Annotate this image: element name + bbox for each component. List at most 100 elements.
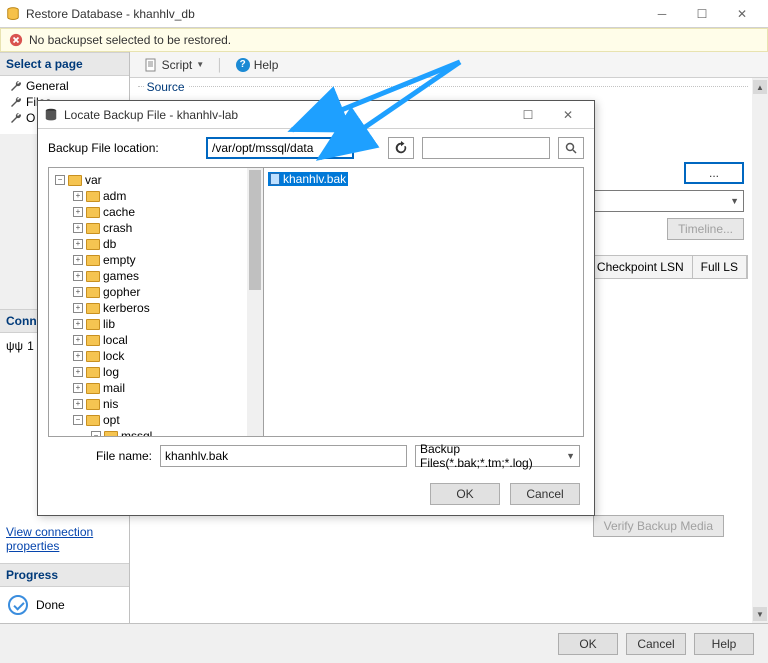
col-full-lsn: Full LS — [693, 256, 747, 278]
scroll-up-icon[interactable]: ▲ — [753, 80, 767, 94]
progress-header: Progress — [0, 563, 129, 587]
tree-node-label: adm — [103, 189, 126, 203]
expand-icon[interactable]: + — [73, 367, 83, 377]
folder-icon — [68, 175, 82, 186]
wrench-icon — [10, 112, 22, 124]
refresh-button[interactable] — [388, 137, 414, 159]
collapse-icon[interactable]: − — [73, 415, 83, 425]
expand-icon[interactable]: + — [73, 255, 83, 265]
script-icon — [144, 58, 158, 72]
tree-node-label: lock — [103, 349, 124, 363]
expand-icon[interactable]: + — [73, 271, 83, 281]
cancel-button[interactable]: Cancel — [626, 633, 686, 655]
folder-icon — [86, 287, 100, 298]
folder-icon — [104, 431, 118, 437]
backup-location-label: Backup File location: — [48, 141, 198, 155]
expand-icon[interactable]: + — [73, 399, 83, 409]
server-icon: ψψ — [6, 339, 23, 353]
collapse-icon[interactable]: − — [91, 431, 101, 436]
browse-device-button[interactable]: ... — [684, 162, 744, 184]
help-button[interactable]: Help — [694, 633, 754, 655]
filename-row: File name: Backup Files(*.bak;*.tm;*.log… — [48, 445, 584, 467]
expand-icon[interactable]: + — [73, 303, 83, 313]
ok-button[interactable]: OK — [558, 633, 618, 655]
modal-titlebar: Locate Backup File - khanhlv-lab ☐ ✕ — [38, 101, 594, 129]
file-list[interactable]: khanhlv.bak — [264, 168, 583, 436]
modal-cancel-button[interactable]: Cancel — [510, 483, 580, 505]
scroll-down-icon[interactable]: ▼ — [753, 607, 767, 621]
progress-body: Done — [0, 587, 129, 623]
expand-icon[interactable]: + — [73, 207, 83, 217]
folder-icon — [86, 415, 100, 426]
folder-icon — [86, 207, 100, 218]
chevron-down-icon: ▼ — [566, 451, 575, 461]
expand-icon[interactable]: + — [73, 239, 83, 249]
verify-backup-media-button[interactable]: Verify Backup Media — [593, 515, 724, 537]
tree-node-label: crash — [103, 221, 132, 235]
col-checkpoint-lsn: Checkpoint LSN — [589, 256, 693, 278]
search-button[interactable] — [558, 137, 584, 159]
modal-close-button[interactable]: ✕ — [548, 103, 588, 127]
modal-ok-button[interactable]: OK — [430, 483, 500, 505]
page-label: O — [26, 111, 35, 125]
tree-node-label: local — [103, 333, 128, 347]
script-label: Script — [162, 58, 193, 72]
expand-icon[interactable]: + — [73, 335, 83, 345]
maximize-button[interactable]: ☐ — [682, 2, 722, 26]
ellipsis-label: ... — [709, 166, 719, 180]
file-browser: −var +adm +cache +crash +db +empty +game… — [48, 167, 584, 437]
help-icon: ? — [236, 58, 250, 72]
view-connection-properties-link[interactable]: View connection properties — [6, 525, 93, 553]
tree-node-label: kerberos — [103, 301, 150, 315]
filename-label: File name: — [52, 449, 152, 463]
collapse-icon[interactable]: − — [55, 175, 65, 185]
close-button[interactable]: ✕ — [722, 2, 762, 26]
timeline-button[interactable]: Timeline... — [667, 218, 744, 240]
page-general[interactable]: General — [4, 78, 129, 94]
filter-label: Backup Files(*.bak;*.tm;*.log) — [420, 442, 575, 470]
modal-body: Backup File location: /var/opt/mssql/dat… — [38, 129, 594, 475]
tree-node-label: empty — [103, 253, 136, 267]
locate-backup-file-dialog: Locate Backup File - khanhlv-lab ☐ ✕ Bac… — [37, 100, 595, 516]
help-button[interactable]: ? Help — [230, 56, 285, 74]
tree-node-label: nis — [103, 397, 118, 411]
main-vertical-scrollbar[interactable]: ▲ ▼ — [752, 78, 768, 623]
folder-icon — [86, 319, 100, 330]
progress-status: Done — [36, 598, 65, 612]
search-input[interactable] — [422, 137, 550, 159]
expand-icon[interactable]: + — [73, 383, 83, 393]
folder-icon — [86, 351, 100, 362]
script-button[interactable]: Script ▼ — [138, 56, 211, 74]
filename-input[interactable] — [160, 445, 407, 467]
select-page-header: Select a page — [0, 52, 129, 76]
folder-tree[interactable]: −var +adm +cache +crash +db +empty +game… — [49, 168, 264, 436]
tree-node-label: mail — [103, 381, 125, 395]
wrench-icon — [10, 96, 22, 108]
expand-icon[interactable]: + — [73, 223, 83, 233]
warning-bar: No backupset selected to be restored. — [0, 28, 768, 52]
tree-node-label: log — [103, 365, 119, 379]
folder-icon — [86, 271, 100, 282]
expand-icon[interactable]: + — [73, 287, 83, 297]
search-icon — [565, 142, 577, 154]
backup-location-input[interactable]: /var/opt/mssql/data — [206, 137, 354, 159]
file-filter-combo[interactable]: Backup Files(*.bak;*.tm;*.log) ▼ — [415, 445, 580, 467]
expand-icon[interactable]: + — [73, 319, 83, 329]
tree-node-label: lib — [103, 317, 115, 331]
expand-icon[interactable]: + — [73, 191, 83, 201]
folder-icon — [86, 191, 100, 202]
done-check-icon — [8, 595, 28, 615]
expand-icon[interactable]: + — [73, 351, 83, 361]
connection-label: 1 — [27, 339, 34, 353]
minimize-button[interactable]: ─ — [642, 2, 682, 26]
tree-node-label: cache — [103, 205, 135, 219]
main-toolbar: Script ▼ │ ? Help — [130, 52, 768, 78]
file-item-selected[interactable]: khanhlv.bak — [268, 172, 348, 186]
main-titlebar: Restore Database - khanhlv_db ─ ☐ ✕ — [0, 0, 768, 28]
file-icon — [270, 173, 280, 185]
modal-maximize-button[interactable]: ☐ — [508, 103, 548, 127]
folder-icon — [86, 303, 100, 314]
tree-node-label: var — [85, 173, 102, 187]
tree-scrollbar[interactable] — [247, 168, 263, 436]
window-title: Restore Database - khanhlv_db — [26, 7, 195, 21]
